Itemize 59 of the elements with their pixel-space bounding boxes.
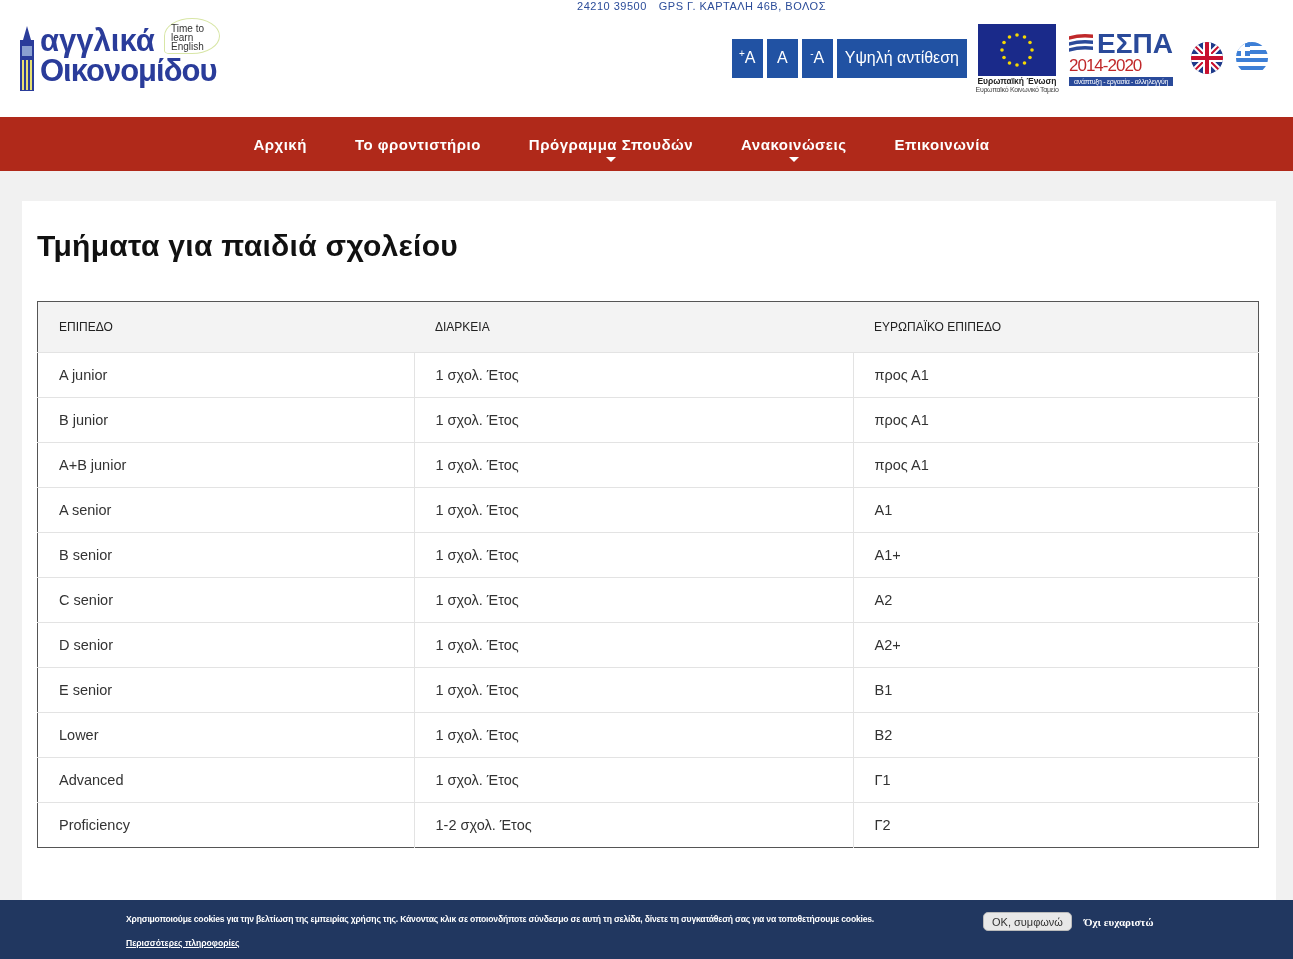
table-cell: D senior	[37, 622, 414, 668]
table-cell: 1 σχολ. Έτος	[414, 397, 853, 443]
more-info-link[interactable]: Περισσότερες πληροφορίες	[126, 938, 240, 948]
nav-link[interactable]: Αρχική	[229, 117, 331, 171]
nav-link[interactable]: Επικοινωνία	[870, 117, 1014, 171]
logo-text[interactable]: αγγλικά	[40, 25, 155, 56]
font-size-button[interactable]: $^{+}$A	[731, 38, 763, 78]
font-size-button[interactable]: $^{-}$A	[801, 38, 833, 78]
table-cell: A1	[853, 487, 1259, 533]
table-cell: Proficiency	[37, 802, 414, 848]
table-cell: Γ1	[853, 757, 1259, 803]
nav-link[interactable]: Ανακοινώσεις	[717, 117, 871, 171]
logo-years: 2014-2020	[1069, 56, 1143, 75]
eu-flag-icon	[978, 23, 1056, 76]
table-cell: C senior	[37, 577, 414, 623]
table-cell: A junior	[37, 352, 414, 398]
table-cell: 1-2 σχολ. Έτος	[414, 802, 853, 848]
nav-link[interactable]: Το φροντιστήριο	[330, 117, 505, 171]
logo-caption: Ευρωπαϊκή Ένωση	[977, 75, 1057, 86]
cookie-message: Χρησιμοποιούμε cookies για την βελτίωση της εμπειρίας χρήσης της. Κάνοντας κλικ σε οποιονδήποτε σύνδεσμο σε αυτή τη σελίδα, δίνετε τη συγκατάθεσή σας για να τοποθετήσουμε cookies.	[126, 914, 876, 924]
logo-title: ΕΣΠΑ	[1097, 30, 1173, 57]
address-text: GPS Γ. ΚΑΡΤΑΛΗ 46Β, ΒΟΛΟΣ	[658, 0, 826, 13]
table-cell: B junior	[37, 397, 414, 443]
table-cell: A2	[853, 577, 1259, 623]
column-header: ΕΠΙΠΕΔΟ	[37, 301, 414, 353]
accept-button[interactable]: OK, συμφωνώ	[983, 912, 1072, 931]
table-cell: Γ2	[853, 802, 1259, 848]
nav-link[interactable]: Πρόγραμμα Σπουδών	[504, 117, 718, 171]
table-cell: προς Α1	[853, 442, 1259, 488]
table-cell: 1 σχολ. Έτος	[414, 577, 853, 623]
column-header: ΔΙΑΡΚΕΙΑ	[414, 301, 853, 353]
table-cell: 1 σχολ. Έτος	[414, 532, 853, 578]
table-cell: B2	[853, 712, 1259, 758]
font-size-button[interactable]: A	[766, 38, 798, 78]
page-title: Τμήματα για παιδιά σχολείου	[37, 229, 460, 263]
table-cell: προς Α1	[853, 352, 1259, 398]
table-cell: Advanced	[37, 757, 414, 803]
table-cell: 1 σχολ. Έτος	[414, 757, 853, 803]
table-cell: B1	[853, 667, 1259, 713]
table-cell: A senior	[37, 487, 414, 533]
phone-number[interactable]: 24210 39500	[577, 0, 647, 13]
table-cell: A+B junior	[37, 442, 414, 488]
table-cell: 1 σχολ. Έτος	[414, 487, 853, 533]
speech-bubble: Time to learn English	[164, 17, 220, 54]
table-cell: E senior	[37, 667, 414, 713]
table-cell: 1 σχολ. Έτος	[414, 352, 853, 398]
table-cell: Lower	[37, 712, 414, 758]
table-cell: A2+	[853, 622, 1259, 668]
table-cell: 1 σχολ. Έτος	[414, 667, 853, 713]
column-header: ΕΥΡΩΠΑΪΚΟ ΕΠΙΠΕΔΟ	[853, 301, 1259, 353]
table-cell: 1 σχολ. Έτος	[414, 442, 853, 488]
table-cell: 1 σχολ. Έτος	[414, 712, 853, 758]
table-cell: προς Α1	[853, 397, 1259, 443]
table-cell: A1+	[853, 532, 1259, 578]
contrast-button[interactable]: Υψηλή αντίθεση	[836, 38, 967, 78]
flag-icon[interactable]	[1191, 42, 1223, 74]
decline-button[interactable]: Όχι ευχαριστώ	[1077, 912, 1160, 931]
table-cell: 1 σχολ. Έτος	[414, 622, 853, 668]
table-cell: B senior	[37, 532, 414, 578]
